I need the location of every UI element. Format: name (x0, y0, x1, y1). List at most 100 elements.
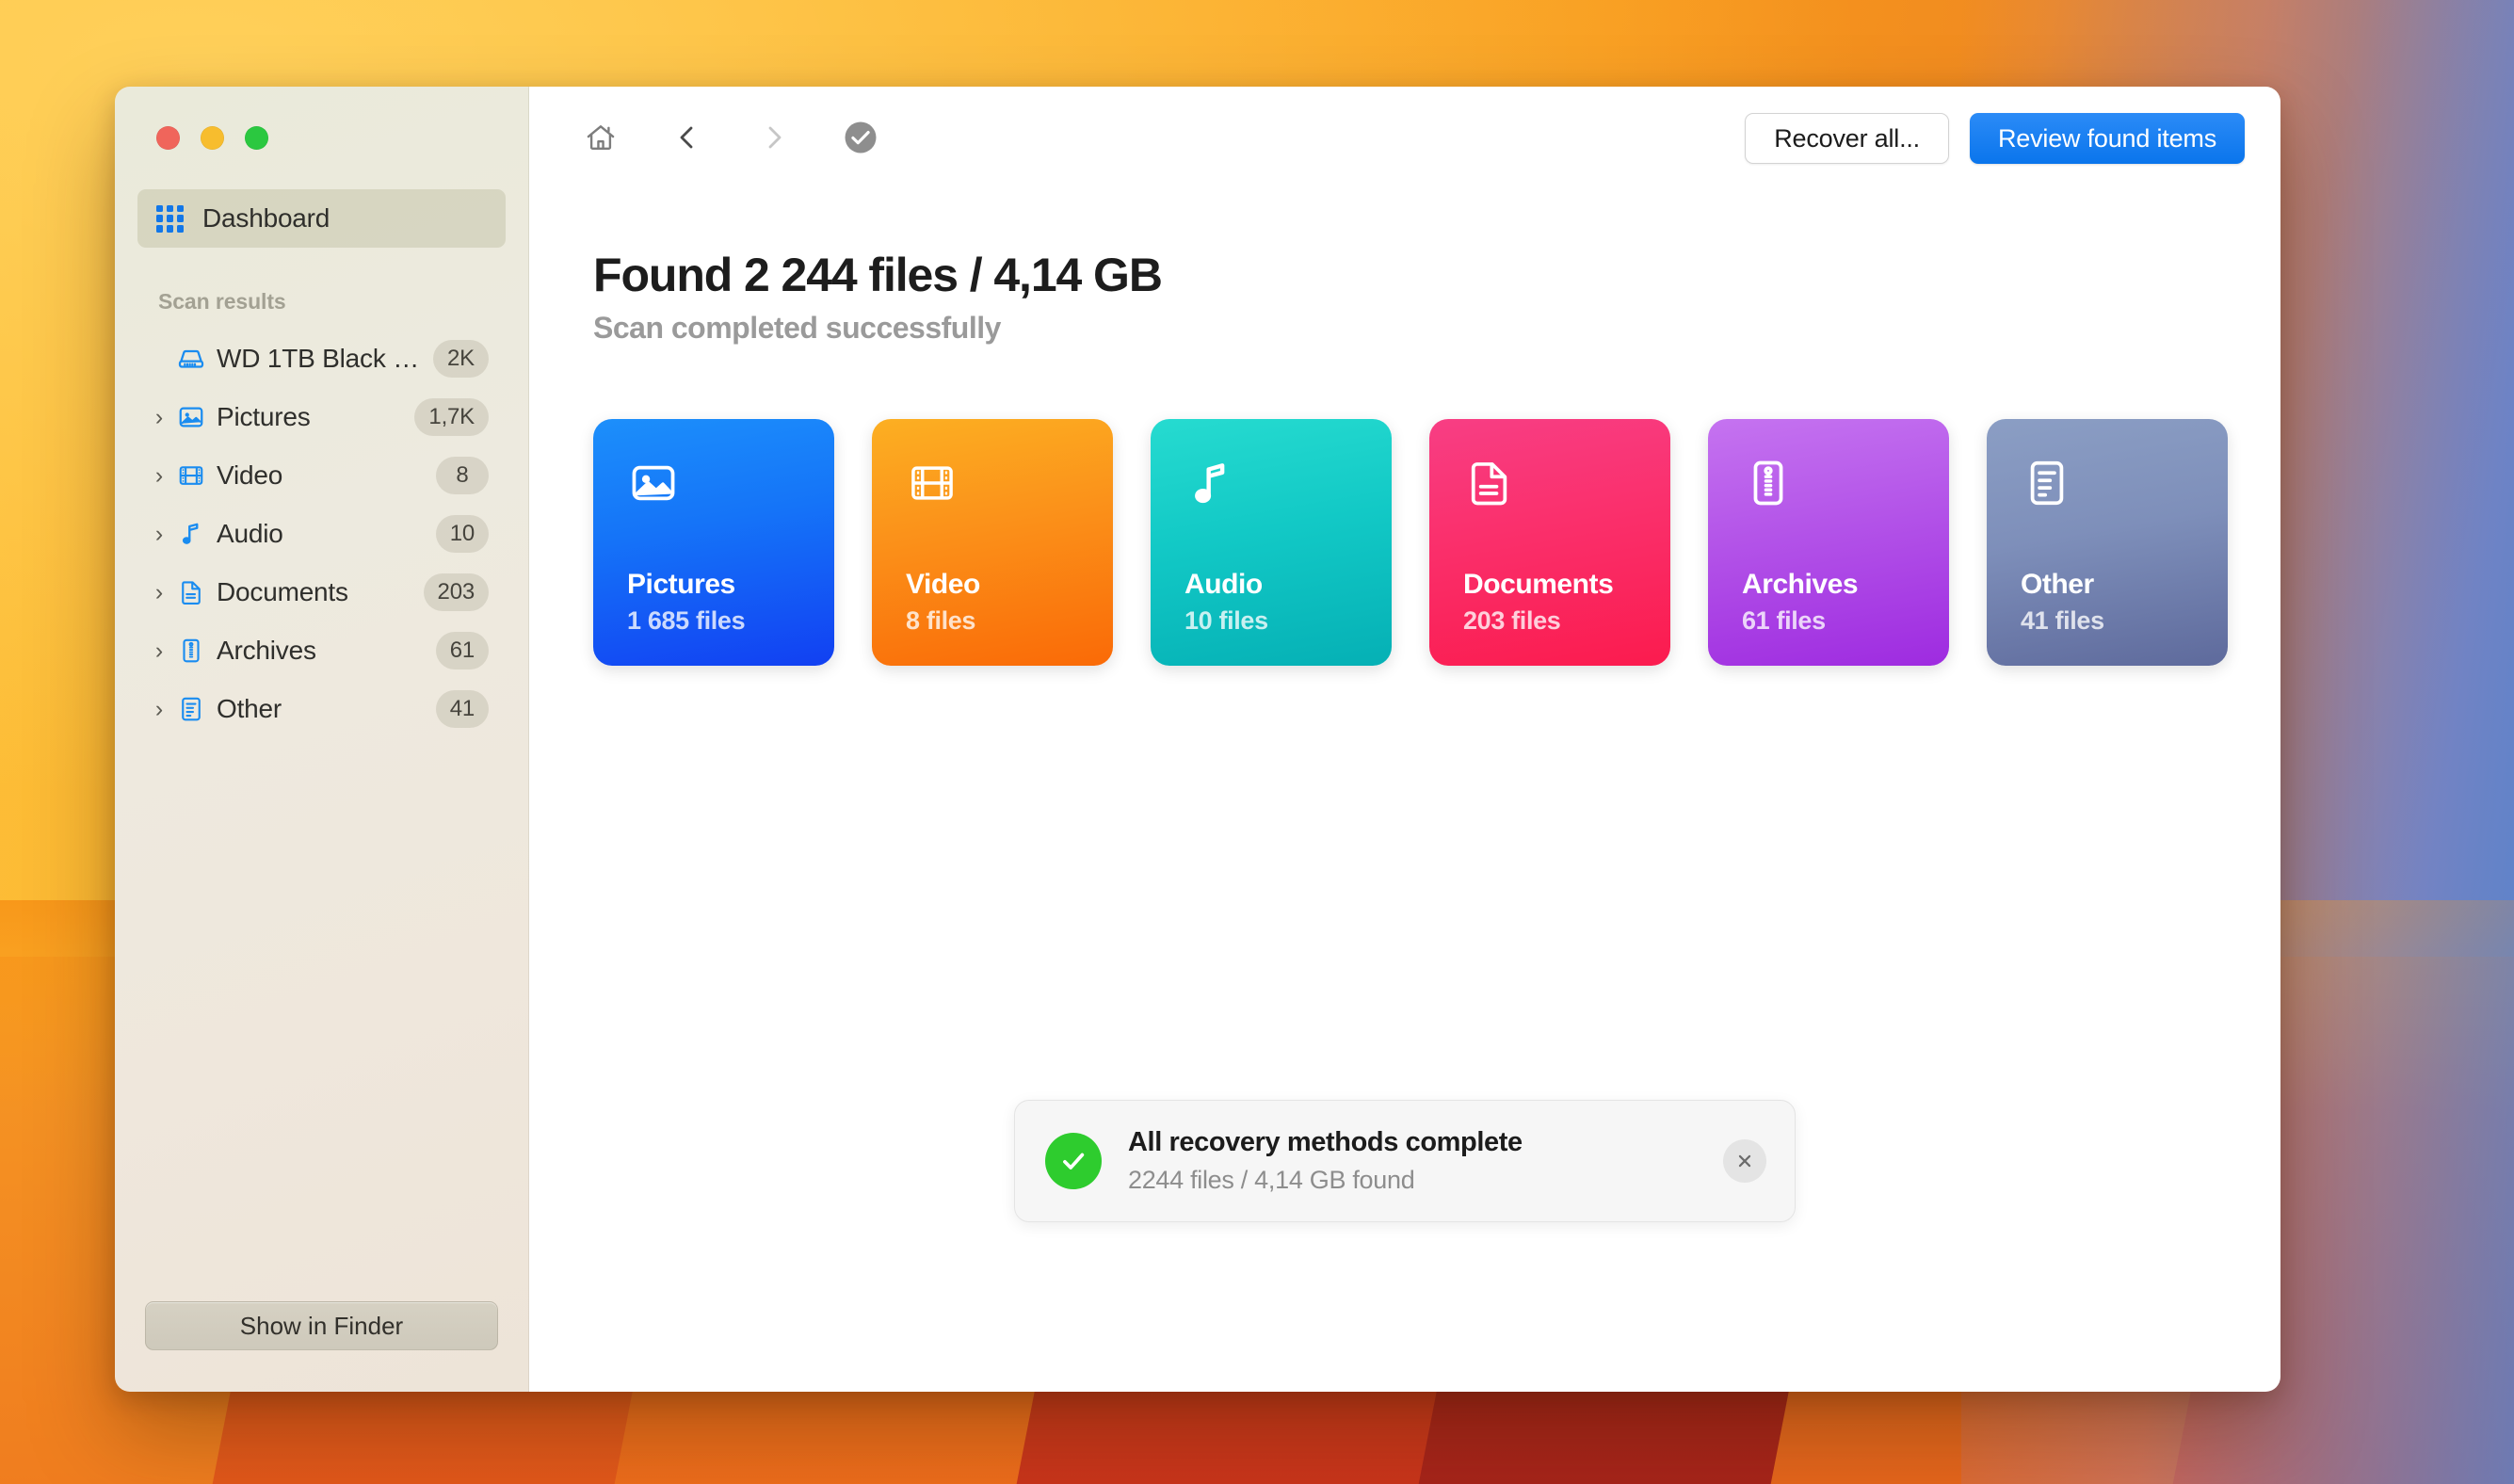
sidebar-item-badge: 41 (435, 690, 489, 728)
category-card-audio[interactable]: Audio 10 files (1151, 419, 1392, 666)
recover-all-button[interactable]: Recover all... (1745, 113, 1949, 164)
music-note-icon (1184, 457, 1237, 509)
card-file-count: 61 files (1742, 606, 1826, 635)
document-icon (1463, 457, 1516, 509)
sidebar-item-badge: 203 (423, 573, 489, 611)
category-card-video[interactable]: Video 8 files (872, 419, 1113, 666)
chevron-right-icon[interactable]: › (147, 463, 171, 488)
chevron-right-icon[interactable]: › (147, 580, 171, 605)
scan-status-button[interactable] (834, 112, 887, 165)
sidebar-item-label: Pictures (217, 402, 311, 431)
main-content: Recover all... Review found items Found … (529, 87, 2280, 1392)
sidebar-item-video[interactable]: › Video 8 (137, 446, 506, 505)
review-found-items-button[interactable]: Review found items (1969, 113, 2245, 164)
sidebar: Dashboard Scan results › WD 1TB Black My… (115, 87, 529, 1392)
card-title: Video (906, 569, 980, 600)
back-button[interactable] (661, 112, 714, 165)
card-title: Pictures (627, 569, 735, 600)
chevron-right-icon[interactable]: › (147, 522, 171, 546)
card-meta: Audio 10 files (1184, 569, 1268, 636)
forward-button[interactable] (748, 112, 800, 165)
check-icon (1045, 1133, 1102, 1189)
music-note-icon (171, 520, 211, 548)
minimize-window-button[interactable] (201, 126, 224, 150)
sidebar-item-badge: 61 (435, 632, 489, 669)
card-meta: Documents 203 files (1463, 569, 1614, 636)
page-title: Found 2 244 files / 4,14 GB (593, 249, 1163, 301)
zip-icon (1742, 457, 1795, 509)
category-cards: Pictures 1 685 files Video 8 files Audio… (529, 346, 2280, 666)
close-icon[interactable] (1723, 1139, 1766, 1183)
card-file-count: 41 files (2021, 606, 2104, 635)
sidebar-item-label: Dashboard (202, 203, 330, 233)
card-title: Audio (1184, 569, 1263, 600)
chevron-right-icon[interactable]: › (147, 638, 171, 663)
sidebar-footer: Show in Finder (115, 1301, 528, 1392)
card-meta: Pictures 1 685 files (627, 569, 746, 636)
toast-body: All recovery methods complete 2244 files… (1128, 1127, 1723, 1195)
sidebar-item-badge: 8 (436, 457, 489, 494)
category-card-archives[interactable]: Archives 61 files (1708, 419, 1949, 666)
zoom-window-button[interactable] (245, 126, 268, 150)
sidebar-item-dashboard[interactable]: Dashboard (137, 189, 506, 248)
sidebar-item-badge: 2K (433, 340, 489, 378)
card-file-count: 1 685 files (627, 606, 746, 635)
show-in-finder-button[interactable]: Show in Finder (145, 1301, 498, 1350)
category-card-documents[interactable]: Documents 203 files (1429, 419, 1670, 666)
sidebar-item-label: Other (217, 694, 282, 723)
home-icon (584, 121, 618, 157)
film-icon (171, 461, 211, 490)
toolbar: Recover all... Review found items (529, 87, 2280, 190)
sidebar-item-archives[interactable]: › Archives 61 (137, 621, 506, 680)
film-icon (906, 457, 959, 509)
zip-icon (171, 637, 211, 665)
sidebar-item-badge: 10 (435, 515, 489, 553)
sidebar-item-label: Documents (217, 577, 348, 606)
sidebar-item-label: Audio (217, 519, 283, 548)
document-icon (171, 578, 211, 606)
external-drive-icon (171, 344, 211, 374)
page-header: Found 2 244 files / 4,14 GB Scan complet… (529, 190, 2280, 346)
sidebar-item-other[interactable]: › Other 41 (137, 680, 506, 738)
category-card-other[interactable]: Other 41 files (1987, 419, 2228, 666)
sidebar-item-wd-drive[interactable]: › WD 1TB Black My... 2K (137, 330, 506, 388)
other-file-icon (171, 695, 211, 723)
picture-icon (627, 457, 680, 509)
chevron-left-icon (672, 122, 702, 155)
card-title: Documents (1463, 569, 1614, 600)
sidebar-item-badge: 1,7K (414, 398, 489, 436)
toolbar-actions: Recover all... Review found items (1745, 113, 2245, 164)
close-window-button[interactable] (156, 126, 180, 150)
card-title: Other (2021, 569, 2094, 600)
toast-subtitle: 2244 files / 4,14 GB found (1128, 1166, 1415, 1194)
grid-icon (156, 204, 184, 233)
app-window: Dashboard Scan results › WD 1TB Black My… (115, 87, 2280, 1392)
notification-toast: All recovery methods complete 2244 files… (1014, 1100, 1796, 1222)
sidebar-item-label: Archives (217, 636, 316, 665)
card-file-count: 203 files (1463, 606, 1561, 635)
home-button[interactable] (574, 112, 627, 165)
sidebar-item-label: WD 1TB Black My... (217, 344, 434, 373)
card-title: Archives (1742, 569, 1859, 600)
card-file-count: 10 files (1184, 606, 1268, 635)
card-meta: Video 8 files (906, 569, 980, 636)
sidebar-item-documents[interactable]: › Documents 203 (137, 563, 506, 621)
chevron-right-icon[interactable]: › (147, 697, 171, 721)
sidebar-item-label: Video (217, 460, 283, 490)
sidebar-nav: Dashboard Scan results › WD 1TB Black My… (115, 150, 528, 1301)
toast-title: All recovery methods complete (1128, 1127, 1523, 1157)
page-subtitle: Scan completed successfully (593, 311, 1001, 345)
card-file-count: 8 files (906, 606, 976, 635)
picture-icon (171, 403, 211, 431)
sidebar-item-pictures[interactable]: › Pictures 1,7K (137, 388, 506, 446)
chevron-right-icon (759, 122, 789, 155)
toolbar-nav-group (574, 112, 887, 165)
window-controls (115, 87, 528, 150)
chevron-right-icon[interactable]: › (147, 405, 171, 429)
sidebar-section-label: Scan results (158, 289, 286, 314)
card-meta: Archives 61 files (1742, 569, 1859, 636)
category-card-pictures[interactable]: Pictures 1 685 files (593, 419, 834, 666)
check-circle-icon (844, 121, 878, 157)
sidebar-item-audio[interactable]: › Audio 10 (137, 505, 506, 563)
other-file-icon (2021, 457, 2073, 509)
